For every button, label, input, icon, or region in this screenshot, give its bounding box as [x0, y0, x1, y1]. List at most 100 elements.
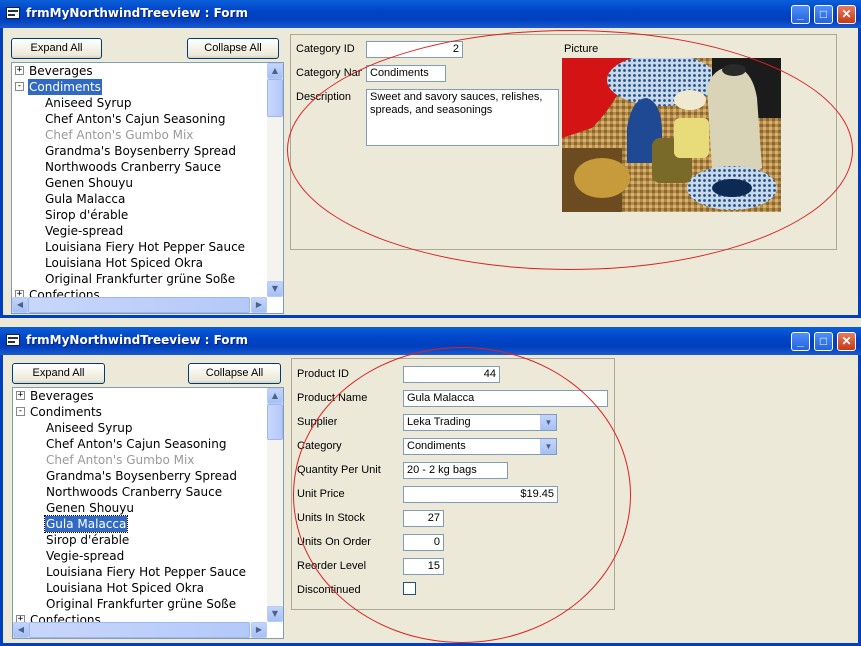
minimize-icon[interactable]: _	[791, 5, 810, 24]
tree-product-node[interactable]: Louisiana Fiery Hot Pepper Sauce	[13, 564, 267, 580]
tree-product-node[interactable]: Aniseed Syrup	[12, 95, 266, 111]
tree-product-node[interactable]: Northwoods Cranberry Sauce	[13, 484, 267, 500]
tree-product-node[interactable]: Gula Malacca	[12, 191, 266, 207]
tree-product-node[interactable]: Grandma's Boysenberry Spread	[12, 143, 266, 159]
tree-product-node[interactable]: Chef Anton's Cajun Seasoning	[13, 436, 267, 452]
product-name-field[interactable]: Gula Malacca	[403, 390, 608, 407]
tree-product-node[interactable]: Genen Shouyu	[12, 175, 266, 191]
tree-product-node[interactable]: Louisiana Fiery Hot Pepper Sauce	[12, 239, 266, 255]
tree-node-label[interactable]: Beverages	[29, 388, 95, 404]
tree-node-label[interactable]: Louisiana Fiery Hot Pepper Sauce	[44, 239, 246, 255]
horizontal-scrollbar[interactable]: ◀ ▶	[13, 622, 267, 638]
chevron-down-icon[interactable]: ▼	[540, 439, 556, 454]
expand-all-button[interactable]: Expand All	[12, 363, 105, 384]
unit-price-field[interactable]: $19.45	[403, 486, 558, 503]
units-on-order-field[interactable]: 0	[403, 534, 444, 551]
minimize-icon[interactable]: _	[791, 332, 810, 351]
expand-node-icon[interactable]: +	[16, 391, 25, 400]
tree-product-node[interactable]: Aniseed Syrup	[13, 420, 267, 436]
tree-node-label[interactable]: Genen Shouyu	[45, 500, 135, 516]
tree-node-label[interactable]: Beverages	[28, 63, 94, 79]
tree-category-node[interactable]: - Condiments	[12, 79, 266, 95]
tree-node-label[interactable]: Chef Anton's Cajun Seasoning	[45, 436, 227, 452]
tree-product-node[interactable]: Chef Anton's Gumbo Mix	[13, 452, 267, 468]
tree-node-label[interactable]: Chef Anton's Cajun Seasoning	[44, 111, 226, 127]
scroll-up-icon[interactable]: ▲	[267, 63, 283, 79]
scroll-right-icon[interactable]: ▶	[251, 297, 267, 313]
tree-node-label[interactable]: Vegie-spread	[45, 548, 125, 564]
scroll-thumb[interactable]	[267, 404, 283, 440]
tree-product-node[interactable]: Chef Anton's Cajun Seasoning	[12, 111, 266, 127]
category-product-tree[interactable]: + Beverages - Condiments Aniseed Syrup Chef A…	[12, 387, 284, 639]
tree-node-label[interactable]: Aniseed Syrup	[45, 420, 133, 436]
tree-node-label[interactable]: Chef Anton's Gumbo Mix	[44, 127, 194, 143]
scroll-left-icon[interactable]: ◀	[13, 622, 29, 638]
horizontal-scrollbar[interactable]: ◀ ▶	[12, 297, 267, 313]
vertical-scrollbar[interactable]: ▲ ▼	[267, 388, 283, 622]
scroll-left-icon[interactable]: ◀	[12, 297, 28, 313]
scroll-thumb[interactable]	[267, 79, 283, 117]
tree-node-label[interactable]: Original Frankfurter grüne Soße	[45, 596, 237, 612]
tree-product-node[interactable]: Sirop d'érable	[13, 532, 267, 548]
category-combo[interactable]: Condiments ▼	[403, 438, 557, 455]
description-field[interactable]: Sweet and savory sauces, relishes, sprea…	[366, 89, 559, 146]
tree-node-label[interactable]: Vegie-spread	[44, 223, 124, 239]
tree-product-node[interactable]: Vegie-spread	[12, 223, 266, 239]
bottom-title-bar[interactable]: frmMyNorthwindTreeview : Form _ □ ✕	[0, 327, 861, 355]
expand-node-icon[interactable]: +	[15, 66, 24, 75]
tree-product-node[interactable]: Genen Shouyu	[13, 500, 267, 516]
quantity-per-unit-field[interactable]: 20 - 2 kg bags	[403, 462, 508, 479]
tree-category-node[interactable]: - Condiments	[13, 404, 267, 420]
close-icon[interactable]: ✕	[837, 5, 856, 24]
product-id-field[interactable]: 44	[403, 366, 500, 383]
tree-node-label[interactable]: Original Frankfurter grüne Soße	[44, 271, 236, 287]
tree-node-label[interactable]: Grandma's Boysenberry Spread	[45, 468, 238, 484]
category-product-tree[interactable]: + Beverages - Condiments Aniseed Syrup Chef A…	[11, 62, 284, 314]
tree-node-label[interactable]: Aniseed Syrup	[44, 95, 132, 111]
scroll-thumb-horizontal[interactable]	[28, 297, 250, 313]
category-name-field[interactable]: Condiments	[366, 65, 446, 82]
tree-node-label[interactable]: Grandma's Boysenberry Spread	[44, 143, 237, 159]
supplier-combo[interactable]: Leka Trading ▼	[403, 414, 557, 431]
tree-product-node[interactable]: Louisiana Hot Spiced Okra	[12, 255, 266, 271]
top-title-bar[interactable]: frmMyNorthwindTreeview : Form _ □ ✕	[0, 0, 861, 28]
close-icon[interactable]: ✕	[837, 332, 856, 351]
tree-node-label[interactable]: Northwoods Cranberry Sauce	[45, 484, 223, 500]
tree-node-label[interactable]: Louisiana Fiery Hot Pepper Sauce	[45, 564, 247, 580]
scroll-down-icon[interactable]: ▼	[267, 606, 283, 622]
tree-product-node[interactable]: Original Frankfurter grüne Soße	[12, 271, 266, 287]
tree-category-node[interactable]: + Beverages	[12, 63, 266, 79]
tree-product-node[interactable]: Original Frankfurter grüne Soße	[13, 596, 267, 612]
collapse-node-icon[interactable]: -	[16, 407, 25, 416]
tree-node-label[interactable]: Condiments	[28, 79, 102, 95]
expand-all-button[interactable]: Expand All	[11, 38, 102, 59]
collapse-all-button[interactable]: Collapse All	[188, 363, 281, 384]
tree-product-node[interactable]: Louisiana Hot Spiced Okra	[13, 580, 267, 596]
tree-node-label[interactable]: Northwoods Cranberry Sauce	[44, 159, 222, 175]
maximize-icon[interactable]: □	[814, 5, 833, 24]
tree-node-label[interactable]: Genen Shouyu	[44, 175, 134, 191]
chevron-down-icon[interactable]: ▼	[540, 415, 556, 430]
scroll-up-icon[interactable]: ▲	[267, 388, 283, 404]
collapse-node-icon[interactable]: -	[15, 82, 24, 91]
tree-node-label[interactable]: Sirop d'érable	[45, 532, 130, 548]
category-id-field[interactable]: 2	[366, 41, 463, 58]
tree-node-label[interactable]: Louisiana Hot Spiced Okra	[44, 255, 204, 271]
scroll-right-icon[interactable]: ▶	[251, 622, 267, 638]
vertical-scrollbar[interactable]: ▲ ▼	[267, 63, 283, 297]
collapse-all-button[interactable]: Collapse All	[187, 38, 279, 59]
tree-product-node[interactable]: Chef Anton's Gumbo Mix	[12, 127, 266, 143]
tree-node-label[interactable]: Condiments	[29, 404, 103, 420]
tree-product-node[interactable]: Vegie-spread	[13, 548, 267, 564]
reorder-level-field[interactable]: 15	[403, 558, 444, 575]
tree-product-node[interactable]: Northwoods Cranberry Sauce	[12, 159, 266, 175]
tree-node-label[interactable]: Gula Malacca	[43, 515, 129, 533]
tree-node-label[interactable]: Louisiana Hot Spiced Okra	[45, 580, 205, 596]
tree-node-label[interactable]: Sirop d'érable	[44, 207, 129, 223]
scroll-down-icon[interactable]: ▼	[267, 281, 283, 297]
scroll-thumb-horizontal[interactable]	[29, 622, 250, 638]
maximize-icon[interactable]: □	[814, 332, 833, 351]
tree-product-node[interactable]: Grandma's Boysenberry Spread	[13, 468, 267, 484]
tree-product-node[interactable]: Gula Malacca	[13, 515, 267, 533]
discontinued-checkbox[interactable]	[403, 582, 416, 595]
